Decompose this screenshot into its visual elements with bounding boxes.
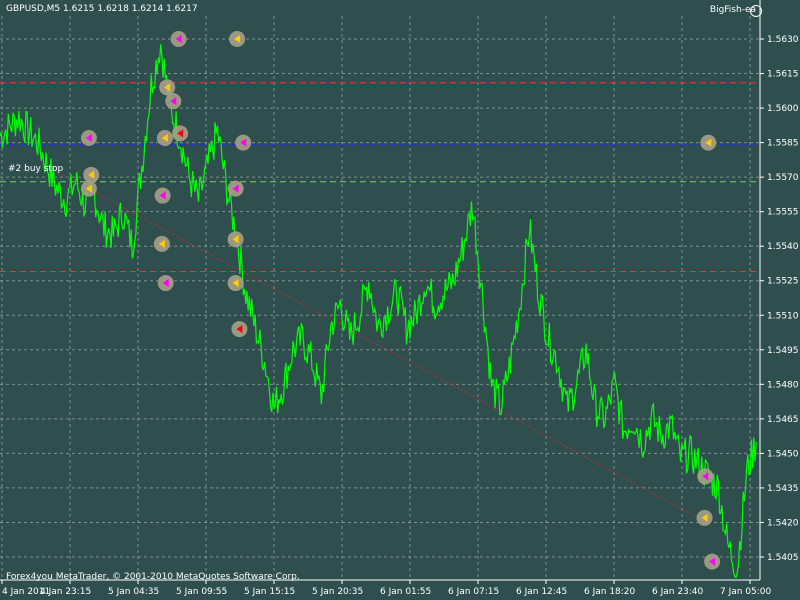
y-tick-label: 1.5510 <box>767 311 799 321</box>
smiley-icon <box>750 5 762 17</box>
y-tick-label: 1.5540 <box>767 242 799 252</box>
y-tick-label: 1.5585 <box>767 139 799 149</box>
x-tick-label: 6 Jan 18:20 <box>584 587 636 597</box>
copyright-text: Forex4you MetaTrader, © 2001-2010 MetaQu… <box>6 572 300 582</box>
x-tick-label: 5 Jan 20:35 <box>312 587 363 597</box>
chart-canvas[interactable]: 1.5630 1.5615 1.5600 1.5585 1.5570 1.5555 1.55… <box>0 0 800 600</box>
y-tick-label: 1.5420 <box>767 518 799 528</box>
y-tick-label: 1.5570 <box>767 173 799 183</box>
y-tick-label: 1.5480 <box>767 380 799 390</box>
y-tick-label: 1.5450 <box>767 449 799 459</box>
y-tick-label: 1.5555 <box>767 208 799 218</box>
chart-window[interactable]: 1.5630 1.5615 1.5600 1.5585 1.5570 1.5555 1.55… <box>0 0 800 600</box>
y-tick-label: 1.5525 <box>767 277 799 287</box>
x-tick-label: 6 Jan 12:45 <box>516 587 567 597</box>
y-tick-label: 1.5630 <box>767 35 799 45</box>
symbol-info: GBPUSD,M5 1.6215 1.6218 1.6214 1.6217 <box>6 4 198 14</box>
x-tick-label: 5 Jan 09:55 <box>176 587 227 597</box>
price-series-line <box>0 44 757 579</box>
y-tick-label: 1.5600 <box>767 104 799 114</box>
y-tick-label: 1.5465 <box>767 415 799 425</box>
x-tick-label: 7 Jan 05:00 <box>720 587 772 597</box>
trend-line <box>45 165 708 523</box>
x-tick-label: 6 Jan 01:55 <box>380 587 431 597</box>
y-tick-label: 1.5495 <box>767 346 799 356</box>
order-label: #2 buy stop <box>8 164 64 174</box>
x-tick-label: 5 Jan 15:15 <box>244 587 295 597</box>
x-tick-label: 4 Jan 23:15 <box>40 587 91 597</box>
y-tick-label: 1.5405 <box>767 553 799 563</box>
x-tick-label: 6 Jan 07:15 <box>448 587 499 597</box>
y-tick-label: 1.5615 <box>767 70 799 80</box>
y-tick-label: 1.5435 <box>767 484 799 494</box>
x-tick-label: 6 Jan 23:40 <box>652 587 704 597</box>
x-tick-label: 5 Jan 04:35 <box>108 587 159 597</box>
